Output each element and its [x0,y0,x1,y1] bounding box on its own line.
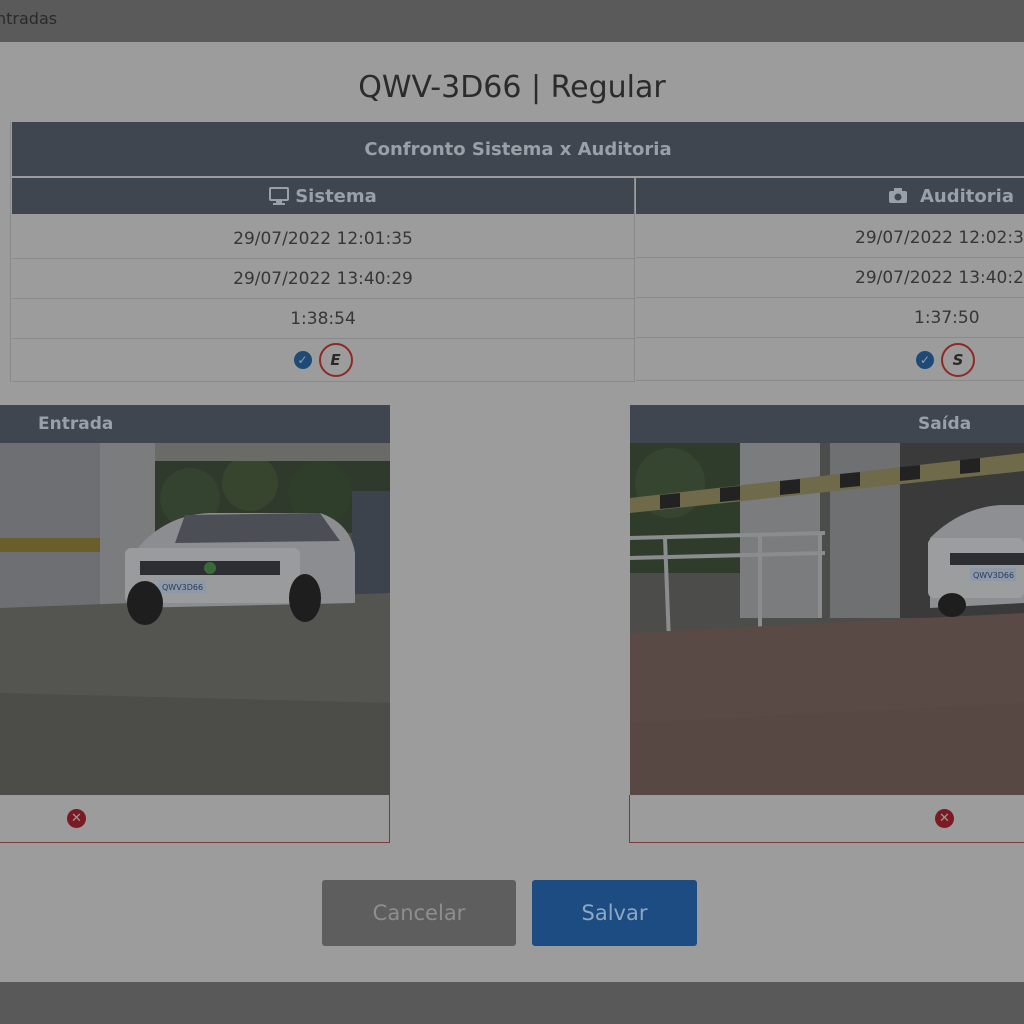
page-footer-bar [0,982,1024,1024]
svg-text:QWV3D66: QWV3D66 [162,583,203,592]
cancel-button[interactable]: Cancelar [322,880,516,946]
error-icon[interactable]: ✕ [935,809,954,828]
modal-title: QWV-3D66 | Regular [358,70,666,105]
exit-photo[interactable]: QWV3D66 [630,443,1024,795]
audit-column-label: Auditoria [920,185,1014,207]
comparison-header: Confronto Sistema x Auditoria [12,122,1024,176]
monitor-icon [269,187,290,205]
entry-panel-header: Entrada [0,405,390,443]
system-entry-time: 29/07/2022 12:01:35 [12,219,634,259]
system-duration: 1:38:54 [12,299,634,339]
system-column-header: Sistema [12,178,634,214]
svg-text:QWV3D66: QWV3D66 [973,571,1014,580]
system-exit-time: 29/07/2022 13:40:29 [12,259,634,299]
audit-column-header: Auditoria [636,178,1024,214]
system-status-row: ✓ E [12,339,634,382]
entry-badge[interactable]: E [318,343,353,377]
check-icon: ✓ [916,350,934,369]
error-icon[interactable]: ✕ [67,809,86,828]
system-column-label: Sistema [295,185,377,207]
audit-modal: QWV-3D66 | Regular Confronto Sistema x A… [0,42,1024,982]
window-title: ntradas [0,9,58,28]
save-button[interactable]: Salvar [532,880,697,946]
window-titlebar: ntradas [0,0,1024,42]
entry-panel-label: Entrada [38,414,114,434]
audit-entry-time: 29/07/2022 12:02:3 [636,219,1024,258]
camera-icon [889,188,907,203]
table-left-border [10,122,11,382]
exit-panel-label: Saída [918,414,972,434]
column-divider [634,178,635,382]
entry-photo[interactable]: QWV3D66 [0,443,390,795]
audit-duration: 1:37:50 [636,299,1024,338]
audit-exit-time: 29/07/2022 13:40:2 [636,259,1024,298]
exit-badge[interactable]: S [941,342,975,377]
exit-photo-footer: ✕ [629,795,1024,843]
exit-panel-header: Saída [630,405,1024,443]
check-icon: ✓ [293,351,312,369]
audit-status-row: ✓ S [636,339,1024,381]
entry-photo-footer: ✕ [0,795,390,843]
